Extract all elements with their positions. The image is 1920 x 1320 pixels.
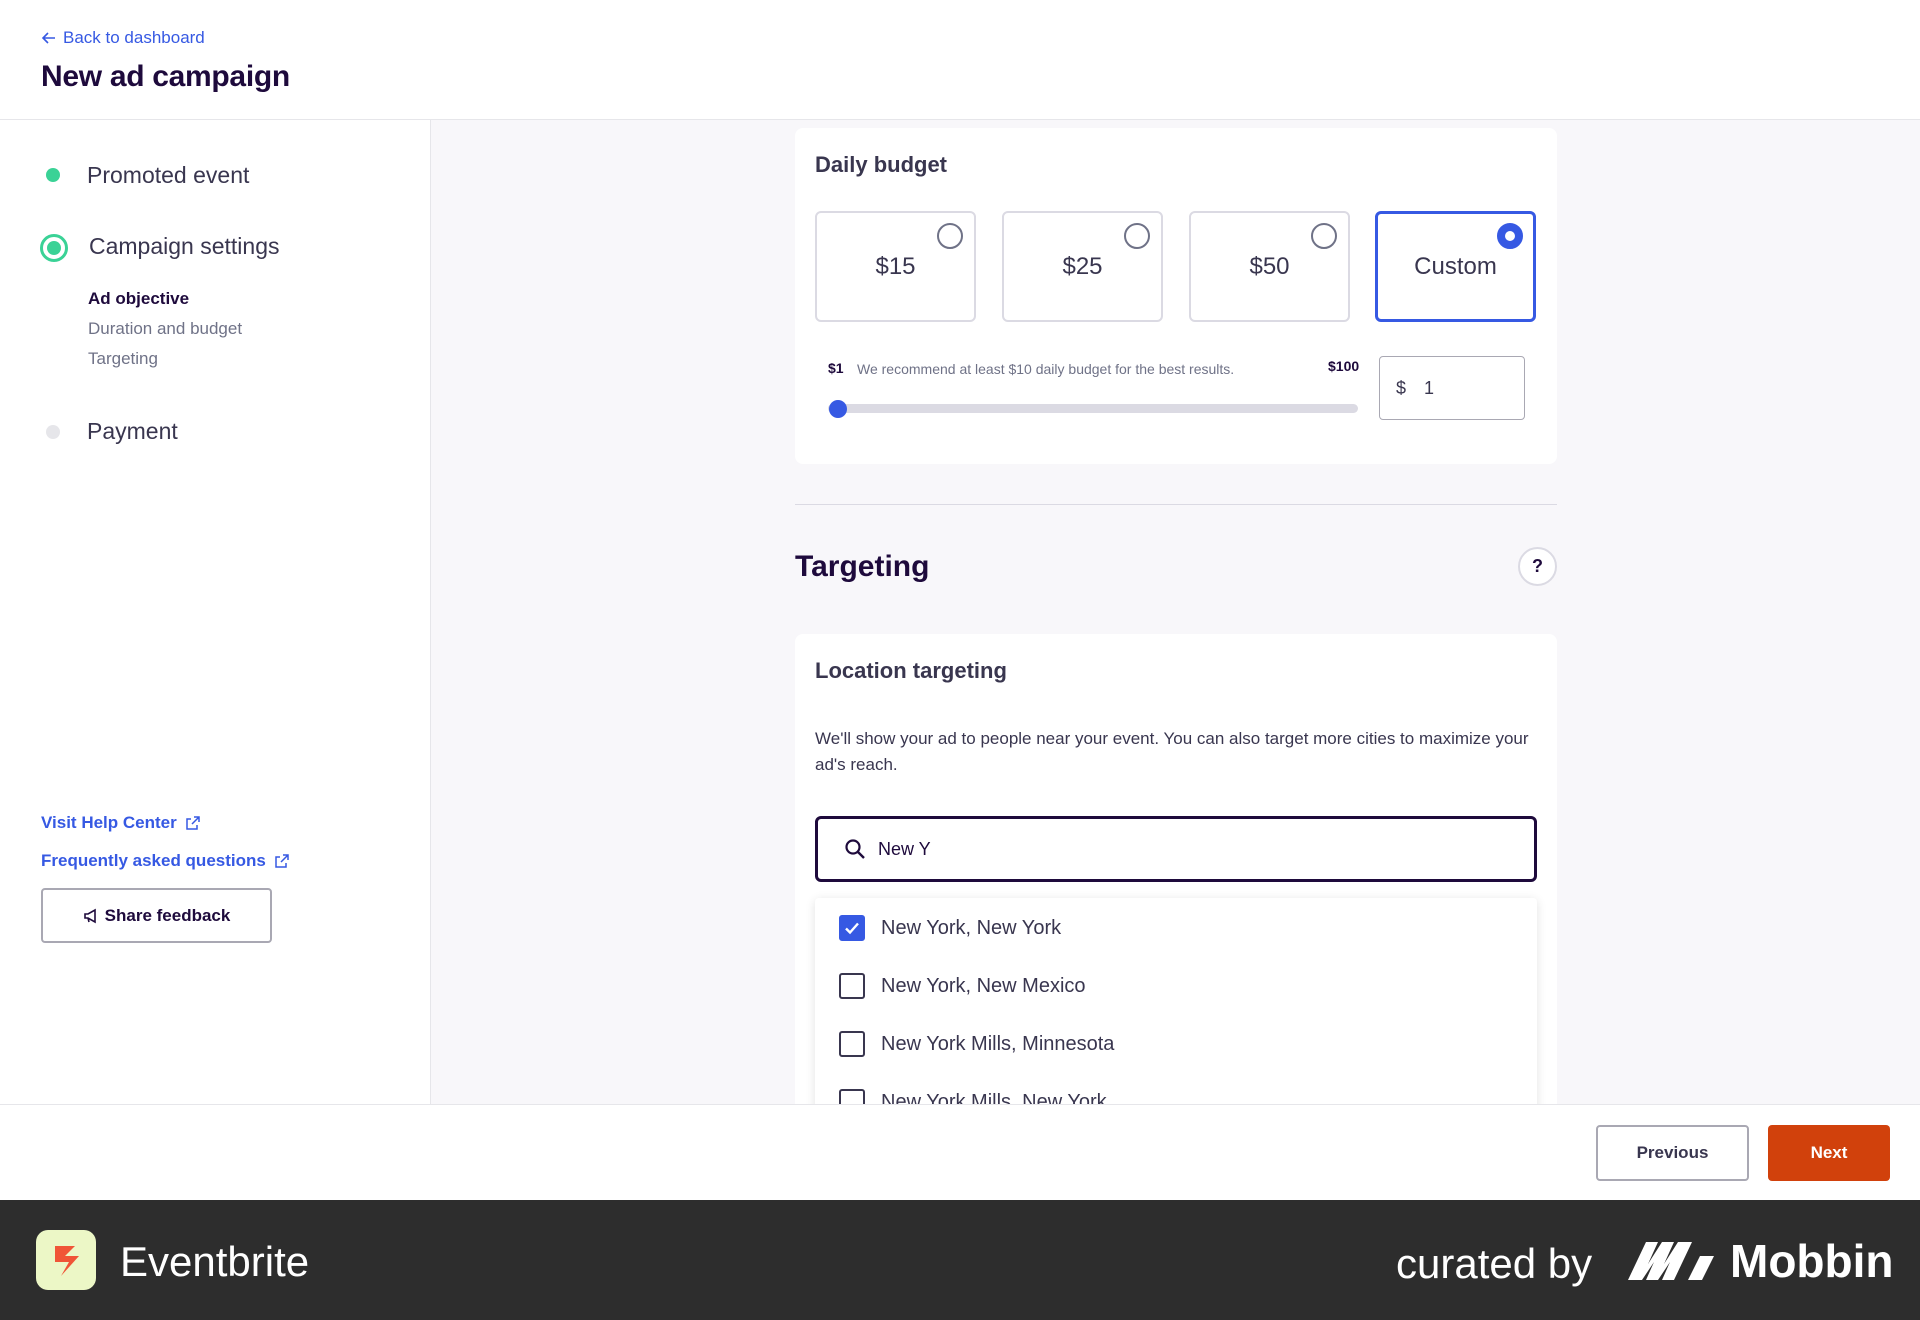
budget-option-label: Custom [1414,253,1497,280]
location-search-input[interactable] [878,838,1478,860]
app-name: Eventbrite [120,1238,310,1285]
external-link-icon [275,854,289,868]
branding-strip: Eventbrite curated by Mobbin [0,1200,1920,1320]
location-option-label: New York, New York [881,916,1062,939]
page-header: Back to dashboard New ad campaign [0,0,1920,120]
radio-icon [1311,223,1337,249]
section-divider [795,504,1557,505]
budget-option-label: $25 [1062,253,1103,280]
daily-budget-card: Daily budget $15 $25 $50 Custom $1 We re… [795,128,1557,464]
back-link-label: Back to dashboard [63,28,205,47]
step-promoted-event[interactable]: Promoted event [87,162,249,189]
substep-targeting[interactable]: Targeting [88,349,158,369]
step-done-dot [46,168,60,182]
help-question-icon[interactable]: ? [1518,547,1557,586]
help-center-label: Visit Help Center [41,813,177,832]
radio-icon [1124,223,1150,249]
location-option[interactable]: New York Mills, New York [839,1089,1107,1104]
next-button[interactable]: Next [1768,1125,1890,1181]
location-search-field[interactable] [815,816,1537,882]
substep-ad-objective[interactable]: Ad objective [88,289,189,309]
previous-button[interactable]: Previous [1596,1125,1749,1181]
help-center-link[interactable]: Visit Help Center [41,813,201,833]
location-option-label: New York Mills, Minnesota [881,1032,1115,1055]
budget-option-25[interactable]: $25 [1002,211,1163,322]
mobbin-logo-icon [1628,1242,1714,1280]
location-results-dropdown: New York, New York New York, New Mexico … [815,898,1537,1104]
budget-option-label: $15 [875,253,916,280]
main-content: Daily budget $15 $25 $50 Custom $1 We re… [431,120,1920,1104]
location-description: We'll show your ad to people near your e… [815,729,1529,774]
step-campaign-settings[interactable]: Campaign settings [89,233,280,260]
curated-by-label: curated by [1396,1240,1593,1287]
share-feedback-button[interactable]: Share feedback [41,888,272,943]
checkbox-icon[interactable] [839,1089,865,1104]
budget-option-custom[interactable]: Custom [1375,211,1536,322]
budget-slider-track[interactable] [828,404,1358,413]
targeting-section-title: Targeting [795,550,930,583]
footer-action-bar: Previous Next [0,1104,1920,1200]
checkbox-icon[interactable] [839,1031,865,1057]
location-option-label: New York Mills, New York [881,1090,1107,1105]
search-icon [845,839,865,859]
step-current-inner [47,241,61,255]
checkbox-icon[interactable] [839,973,865,999]
currency-symbol: $ [1396,377,1407,398]
curator-name: Mobbin [1730,1235,1894,1287]
checkbox-checked-icon[interactable] [839,915,865,941]
location-option[interactable]: New York, New Mexico [839,973,1086,999]
location-option-label: New York, New Mexico [881,974,1086,997]
range-min-label: $1 [828,360,844,376]
checkmark-icon [845,922,859,935]
daily-budget-title: Daily budget [815,152,948,177]
sidebar: Promoted event Campaign settings Ad obje… [0,120,431,1104]
faq-link[interactable]: Frequently asked questions [41,851,290,871]
range-max-label: $100 [1328,358,1360,374]
location-targeting-title: Location targeting [815,658,1007,683]
location-option[interactable]: New York Mills, Minnesota [839,1031,1114,1057]
megaphone-icon [83,908,96,923]
budget-slider-thumb[interactable] [829,400,847,418]
budget-hint: We recommend at least $10 daily budget f… [857,361,1235,377]
faq-label: Frequently asked questions [41,851,266,870]
radio-selected-icon [1497,223,1523,249]
budget-option-15[interactable]: $15 [815,211,976,322]
eventbrite-logo-icon [36,1230,96,1290]
radio-icon [937,223,963,249]
custom-amount-field[interactable]: $ [1379,356,1525,420]
budget-option-label: $50 [1249,253,1290,280]
step-payment[interactable]: Payment [87,418,178,445]
substep-duration-budget[interactable]: Duration and budget [88,319,242,339]
eventbrite-mark-icon [55,1246,79,1276]
share-feedback-label: Share feedback [104,905,231,925]
arrow-left-icon [41,32,55,44]
external-link-icon [185,816,200,830]
custom-amount-input[interactable] [1424,377,1505,399]
location-option[interactable]: New York, New York [839,915,1061,941]
page-title: New ad campaign [41,60,290,93]
back-to-dashboard-link[interactable]: Back to dashboard [41,28,205,48]
step-pending-dot [46,425,60,439]
budget-option-50[interactable]: $50 [1189,211,1350,322]
